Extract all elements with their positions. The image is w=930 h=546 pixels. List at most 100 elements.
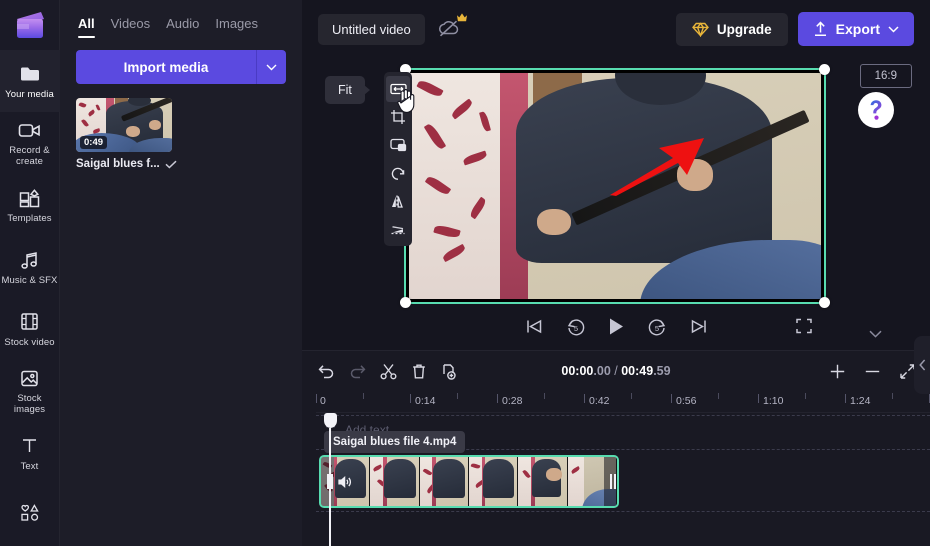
left-navigation-rail: Your media Record & create Templates Mus… [0,0,60,546]
current-time: 00:00 [561,364,594,378]
aspect-ratio-badge[interactable]: 16:9 [859,64,912,88]
video-preview[interactable] [400,64,830,308]
collapse-right-panel-button[interactable] [914,336,930,394]
cloud-sync-status[interactable] [437,13,467,42]
resize-handle-top-right[interactable] [819,64,830,75]
timeline: 00:00.00 / 00:49.59 0 0:14 0:28 0:42 0:5… [302,350,930,546]
crown-icon [456,12,468,23]
sidebar-item-text[interactable]: Text [0,422,60,484]
image-icon [18,367,42,389]
sidebar-item-your-media[interactable]: Your media [0,50,60,112]
fullscreen-button[interactable] [796,318,812,334]
skip-to-start-button[interactable] [525,318,544,335]
sidebar-item-label: Music & SFX [1,274,58,286]
export-button[interactable]: Export [797,12,914,46]
play-button[interactable] [608,317,625,336]
help-button[interactable] [858,92,894,128]
time-separator: / [610,364,622,378]
flip-vertical-button[interactable] [386,216,410,242]
media-item[interactable]: 0:49 Saigal blues f... [76,98,177,170]
delete-button[interactable] [411,363,427,380]
sidebar-item-stock-video[interactable]: Stock video [0,298,60,360]
project-title-input[interactable]: Untitled video [318,13,425,45]
split-button[interactable] [380,363,397,380]
undo-button[interactable] [318,363,335,379]
tab-audio[interactable]: Audio [166,16,199,38]
ruler-label: 0:42 [589,395,610,407]
sidebar-item-templates[interactable]: Templates [0,174,60,236]
tab-videos[interactable]: Videos [111,16,151,38]
clip-thumbnail [370,457,420,506]
clip-thumbnail [468,457,519,506]
import-media-row: Import media [76,50,286,84]
redo-button[interactable] [349,363,366,379]
hand-cursor [396,88,416,114]
clipchamp-app: Your media Record & create Templates Mus… [0,0,930,546]
sidebar-item-stock-images[interactable]: Stock images [0,360,60,422]
sidebar-item-label: Text [20,460,39,472]
flip-vertical-icon [391,225,404,234]
shapes-icon [18,502,42,524]
duplicate-button[interactable] [441,363,457,380]
clip-thumbnail [419,457,469,506]
timeline-ruler[interactable]: 0 0:14 0:28 0:42 0:56 1:10 1:24 [316,391,930,413]
current-time-ms: .00 [593,364,611,378]
camera-icon [18,119,42,141]
media-duration-badge: 0:49 [80,136,108,149]
chevron-down-icon [266,64,277,70]
playhead[interactable] [324,413,337,546]
media-panel: All Videos Audio Images Import media 0:4… [60,0,302,546]
templates-icon [18,187,42,209]
ruler-label: 0 [320,395,326,407]
diamond-icon [691,21,709,37]
sidebar-item-record-create[interactable]: Record & create [0,112,60,174]
sidebar-item-label: Your media [5,88,54,100]
media-tabs: All Videos Audio Images [76,0,286,38]
zoom-in-button[interactable] [829,363,846,380]
flip-horizontal-button[interactable] [386,188,410,214]
help-question-icon [870,100,882,120]
sidebar-item-music-sfx[interactable]: Music & SFX [0,236,60,298]
player-controls: 5 5 [302,306,930,346]
sidebar-item-label: Stock images [13,393,46,415]
total-time: 00:49 [621,364,654,378]
clapperboard-icon [16,12,44,38]
speaker-icon[interactable] [337,475,352,489]
timeline-clip[interactable] [319,455,619,508]
upgrade-button[interactable]: Upgrade [675,12,788,46]
ruler-label: 0:14 [415,395,436,407]
clip-trim-handle-right[interactable] [604,457,617,506]
timeline-tracks: Add text Saigal blues file 4.mp4 [316,413,930,546]
media-grid: 0:49 Saigal blues f... [76,98,286,170]
main-area: Untitled video Upgrade Export 16:9 Fit 5… [302,0,930,546]
timeline-tools [318,363,457,380]
rotate-icon [391,167,405,180]
timeline-toolbar: 00:00.00 / 00:49.59 [302,351,930,391]
media-thumbnail[interactable]: 0:49 [76,98,172,152]
clipchamp-logo [0,0,60,50]
svg-text:5: 5 [654,324,658,333]
skip-to-end-button[interactable] [689,318,708,335]
chevron-down-icon [888,25,899,33]
rotate-button[interactable] [386,160,410,186]
sidebar-item-label: Stock video [4,336,55,348]
forward-5-seconds-button[interactable]: 5 [647,317,667,336]
media-item-name: Saigal blues f... [76,158,160,170]
check-icon [165,160,177,169]
collapse-preview-button[interactable] [858,326,892,342]
import-media-button[interactable]: Import media [76,50,256,84]
ruler-label: 1:10 [763,395,784,407]
rewind-5-seconds-button[interactable]: 5 [566,317,586,336]
import-media-dropdown-button[interactable] [256,50,286,84]
film-strip-icon [18,311,42,333]
tab-images[interactable]: Images [215,16,258,38]
picture-in-picture-button[interactable] [386,132,410,158]
media-name-row: Saigal blues f... [76,158,177,170]
sidebar-item-shapes[interactable] [0,484,60,546]
upload-arrow-icon [813,21,828,37]
folder-icon [18,63,42,85]
zoom-out-button[interactable] [864,363,881,380]
tab-all[interactable]: All [78,16,95,38]
chevron-left-icon [918,359,925,371]
picture-in-picture-icon [389,138,406,152]
